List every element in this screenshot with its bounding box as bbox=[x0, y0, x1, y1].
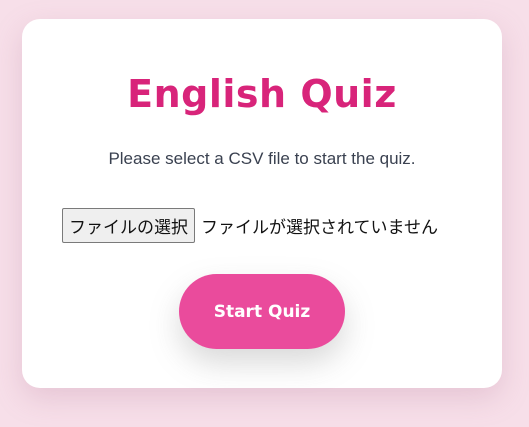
file-status-text: ファイルが選択されていません bbox=[201, 217, 438, 238]
csv-file-input[interactable]: ファイルの選択 ファイルが選択されていません bbox=[62, 207, 438, 243]
instruction-text: Please select a CSV file to start the qu… bbox=[108, 149, 416, 168]
choose-file-button[interactable]: ファイルの選択 bbox=[62, 207, 195, 243]
page-title: English Quiz bbox=[127, 72, 397, 116]
quiz-card: English Quiz Please select a CSV file to… bbox=[22, 19, 502, 388]
start-quiz-button[interactable]: Start Quiz bbox=[179, 274, 345, 349]
